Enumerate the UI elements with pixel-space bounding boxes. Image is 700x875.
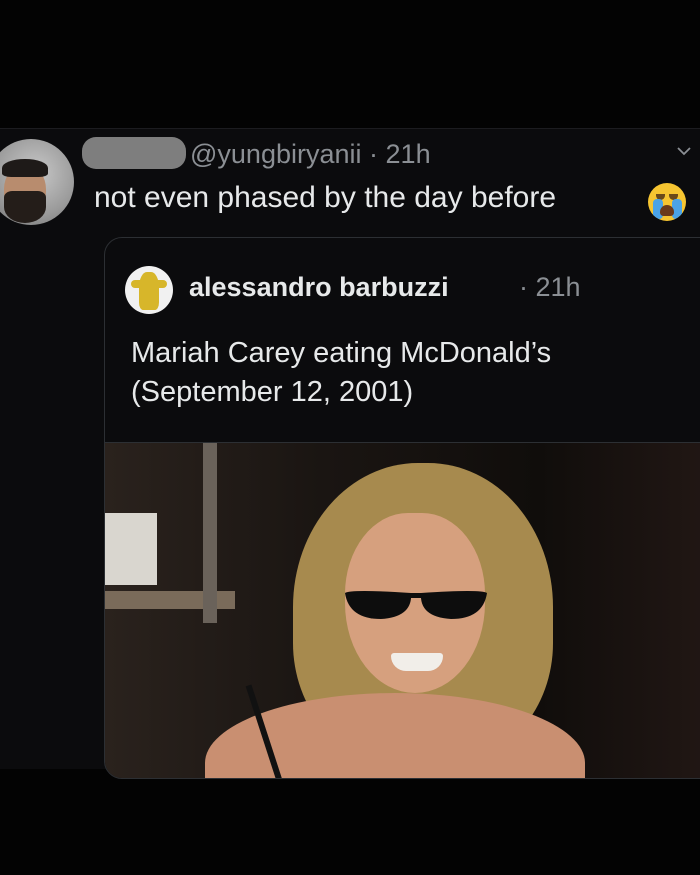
avatar-hair: [2, 159, 48, 177]
quoted-tweet-meta: · 21h: [519, 272, 581, 303]
tweet-text: not even phased by the day before: [94, 181, 557, 214]
quoted-text-line: Mariah Carey eating McDonald’s: [131, 337, 552, 369]
quoted-tweet[interactable]: alessandro barbuzzi · 21h Mariah Carey e…: [104, 237, 700, 779]
tweet-time[interactable]: 21h: [386, 139, 431, 169]
quoted-display-name[interactable]: alessandro barbuzzi: [189, 272, 449, 303]
meta-separator: ·: [519, 272, 528, 302]
sunglasses: [345, 591, 487, 619]
quoted-tweet-text: Mariah Carey eating McDonald’s (Septembe…: [131, 334, 691, 412]
redacted-display-name: [82, 137, 186, 169]
quoted-author-avatar[interactable]: [125, 266, 173, 314]
quoted-text-line: (September 12, 2001): [131, 376, 414, 408]
avatar-beard: [4, 191, 46, 223]
author-handle[interactable]: @yungbiryanii: [190, 139, 362, 169]
tweet[interactable]: @yungbiryanii · 21h not even phased by t…: [0, 128, 700, 779]
chevron-down-icon[interactable]: [676, 143, 692, 159]
meta-separator: ·: [369, 139, 379, 169]
quoted-media-photo[interactable]: [105, 442, 700, 778]
quoted-tweet-time[interactable]: 21h: [536, 272, 581, 302]
tweet-meta: @yungbiryanii · 21h: [190, 139, 431, 170]
author-avatar[interactable]: [0, 139, 74, 225]
loudly-crying-face-icon: [648, 183, 686, 221]
